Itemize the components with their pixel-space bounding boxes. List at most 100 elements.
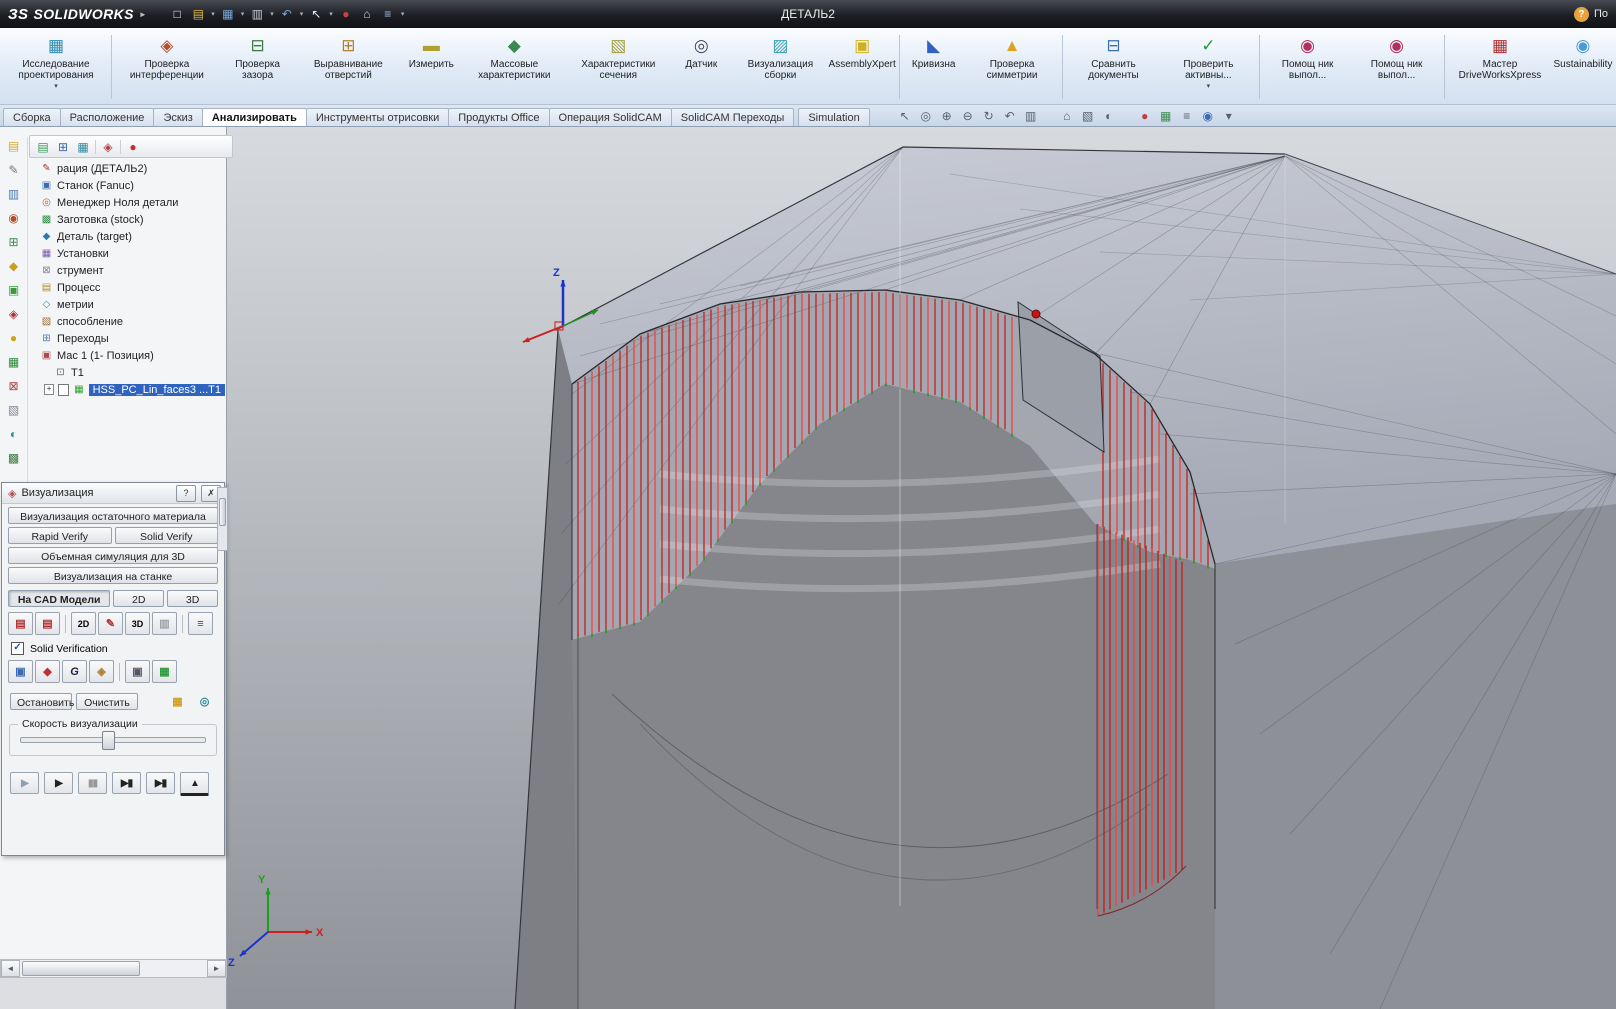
report-icon[interactable]: ≡	[188, 612, 213, 635]
show-stock-icon[interactable]: ▤	[8, 612, 33, 635]
appearance-icon[interactable]: ●	[1137, 109, 1153, 123]
operations-icon[interactable]: ▦	[75, 140, 91, 154]
tree-vertical-scrollbar[interactable]	[217, 487, 228, 551]
view-2d-icon[interactable]: 2D	[71, 612, 96, 635]
stop-button[interactable]: Остановить	[10, 693, 74, 710]
tree-item-operation-root[interactable]: ✎ рация (ДЕТАЛЬ2)	[28, 160, 225, 177]
end-button[interactable]: ▶▮	[146, 772, 175, 794]
rotate-view-icon[interactable]: ↻	[981, 109, 997, 123]
print-icon[interactable]: ▥	[152, 612, 177, 635]
ribbon-button-symmetry-check[interactable]: ▲ Проверка симметрии	[965, 30, 1060, 104]
machine-icon[interactable]: ◈	[100, 140, 116, 154]
tab-simulation[interactable]: Simulation	[798, 108, 870, 126]
rebuild-icon[interactable]: ●	[336, 4, 356, 24]
ribbon-button-section-properties[interactable]: ▧ Характеристики сечения	[566, 30, 670, 104]
ribbon-button-interference-check[interactable]: ◈ Проверка интерференции	[115, 30, 219, 104]
solid-verification-checkbox[interactable]: ✓	[11, 642, 24, 655]
ribbon-button-clearance-check[interactable]: ⊟ Проверка зазора	[219, 30, 296, 104]
residual-material-button[interactable]: Визуализация остаточного материала	[8, 507, 218, 524]
tab-office-products[interactable]: Продукты Office	[448, 108, 550, 126]
show-target-icon[interactable]: ▤	[35, 612, 60, 635]
print-caret-icon[interactable]: ▾	[270, 10, 274, 18]
fixture-icon[interactable]: ◈	[5, 305, 23, 322]
operation-checkbox[interactable]	[58, 383, 69, 396]
tool-table-icon[interactable]: ⊞	[55, 140, 71, 154]
ribbon-button-hole-alignment[interactable]: ⊞ Выравнивание отверстий	[296, 30, 400, 104]
section-view-icon[interactable]: ▥	[1023, 109, 1039, 123]
scene-icon[interactable]: ▦	[1158, 109, 1174, 123]
delete-icon[interactable]: ⊠	[5, 377, 23, 394]
tab-solidcam-operation[interactable]: Операция SolidCAM	[548, 108, 672, 126]
stock-box-icon[interactable]: ▣	[125, 660, 150, 683]
tab-render-tools[interactable]: Инструменты отрисовки	[305, 108, 450, 126]
select-caret-icon[interactable]: ▾	[329, 10, 333, 18]
tree-item-setups[interactable]: ▦ Установки	[28, 245, 225, 262]
expand-icon[interactable]: +	[44, 384, 55, 395]
scroll-right-button[interactable]: ►	[207, 960, 226, 977]
solid-verify-button[interactable]: Solid Verify	[114, 527, 218, 544]
tab-sketch[interactable]: Эскиз	[153, 108, 203, 126]
slider-thumb[interactable]	[101, 731, 115, 750]
quality-icon[interactable]: ◆	[35, 660, 60, 683]
gouge-check-icon[interactable]: G	[62, 660, 87, 683]
step-button[interactable]: ▶	[10, 772, 39, 794]
tree-item-transitions[interactable]: ⊞ Переходы	[28, 330, 225, 347]
play-button[interactable]: ▶	[44, 772, 73, 794]
3d-viewport[interactable]: Z Y X Z	[0, 127, 1616, 1009]
tree-item-target[interactable]: ◆ Деталь (target)	[28, 228, 225, 245]
open-icon[interactable]: ▤	[188, 4, 208, 24]
pattern-icon[interactable]: ▩	[5, 449, 23, 466]
2d-tab[interactable]: 2D	[113, 590, 165, 607]
options-caret-icon[interactable]: ▾	[401, 10, 405, 18]
ball-icon[interactable]: ●	[5, 329, 23, 346]
ribbon-button-mass-properties[interactable]: ◆ Массовые характеристики	[462, 30, 566, 104]
ribbon-button-sensor[interactable]: ◎ Датчик	[670, 30, 732, 104]
gem-icon[interactable]: ◆	[5, 257, 23, 274]
attach-icon[interactable]: ✎	[5, 161, 23, 178]
ribbon-button-check-active[interactable]: ✓ Проверить активны... ▾	[1161, 30, 1257, 104]
print-icon[interactable]: ▥	[247, 4, 267, 24]
zoom-fit-icon[interactable]: ◎	[918, 109, 934, 123]
tree-item-hss-operation[interactable]: + ▦ HSS_PC_Lin_faces3 ...T1	[28, 381, 225, 398]
search-text[interactable]: По	[1594, 8, 1608, 20]
speed-slider[interactable]	[20, 731, 206, 750]
ribbon-button-assistant-2[interactable]: ◉ Помощ ник выпол...	[1352, 30, 1441, 104]
tree-item-machine[interactable]: ▣ Станок (Fanuc)	[28, 177, 225, 194]
ribbon-button-measure[interactable]: ▬ Измерить	[400, 30, 462, 104]
view-orientation-icon[interactable]: ⌂	[1059, 109, 1075, 123]
tab-evaluate[interactable]: Анализировать	[201, 108, 307, 126]
3d-tab[interactable]: 3D	[167, 590, 218, 607]
folder-icon[interactable]: ▤	[5, 137, 23, 154]
options-icon[interactable]: ≡	[378, 4, 398, 24]
view-settings-icon[interactable]: ≡	[1179, 109, 1195, 123]
ribbon-button-compare-documents[interactable]: ⊟ Сравнить документы	[1066, 30, 1160, 104]
stock-icon[interactable]: ▣	[5, 281, 23, 298]
cam-tree-icon[interactable]: ▤	[35, 140, 51, 154]
pause-button[interactable]: ▮▮	[78, 772, 107, 794]
previous-view-icon[interactable]: ↶	[1002, 109, 1018, 123]
ribbon-button-design-study[interactable]: ▦ Исследование проектирования ▾	[4, 30, 108, 104]
hud-caret-icon[interactable]: ▾	[1221, 109, 1237, 123]
volume-simulation-button[interactable]: Объемная симуляция для 3D	[8, 547, 218, 564]
save-caret-icon[interactable]: ▾	[241, 10, 245, 18]
contrast-icon[interactable]: ◐	[5, 425, 23, 442]
next-button[interactable]: ▶▮	[112, 772, 141, 794]
undo-caret-icon[interactable]: ▾	[300, 10, 304, 18]
tab-assembly[interactable]: Сборка	[3, 108, 61, 126]
tree-item-t1[interactable]: ⊡ T1	[28, 364, 225, 381]
tree-item-process[interactable]: ▤ Процесс	[28, 279, 225, 296]
rapid-verify-button[interactable]: Rapid Verify	[8, 527, 112, 544]
compare-icon[interactable]: ▦	[152, 660, 177, 683]
clear-button[interactable]: Очистить	[76, 693, 138, 710]
hatch-icon[interactable]: ▧	[5, 401, 23, 418]
tree-item-mac1[interactable]: ▣ Мас 1 (1- Позиция)	[28, 347, 225, 364]
hold-icon[interactable]: ▦	[166, 691, 189, 712]
hide-show-icon[interactable]: ◐	[1101, 109, 1117, 123]
scroll-left-button[interactable]: ◄	[1, 960, 20, 977]
zoom-out-icon[interactable]: ⊖	[960, 109, 976, 123]
help-button[interactable]: ?	[176, 484, 196, 502]
tab-solidcam-transitions[interactable]: SolidCAM Переходы	[670, 108, 795, 126]
view-3d-icon[interactable]: 3D	[125, 612, 150, 635]
tree-item-zero-manager[interactable]: ◎ Менеджер Ноля детали	[28, 194, 225, 211]
tree-item-geometry[interactable]: ◇ метрии	[28, 296, 225, 313]
